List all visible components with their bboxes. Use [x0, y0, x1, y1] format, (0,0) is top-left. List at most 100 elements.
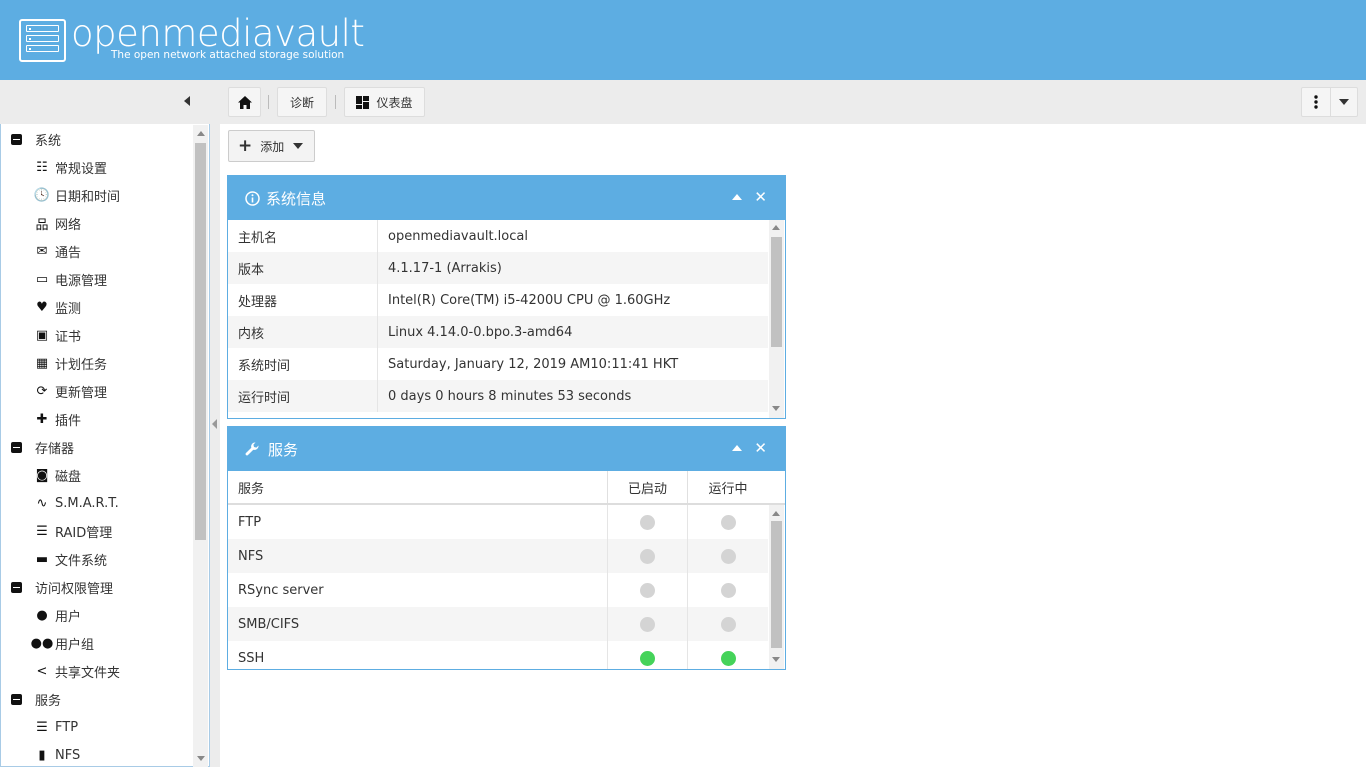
sidebar-label: 服务	[35, 693, 62, 709]
sidebar-item[interactable]: ♥ 监测	[34, 293, 81, 321]
running-status-icon	[720, 582, 736, 598]
sidebar-item[interactable]: ✉ 通告	[34, 237, 81, 265]
sysinfo-row[interactable]: 处理器 Intel(R) Core(TM) i5-4200U CPU @ 1.60…	[228, 284, 768, 316]
sidebar-label: RAID管理	[55, 525, 113, 541]
collapse-group-icon[interactable]	[11, 133, 22, 145]
sidebar-item[interactable]: ☷ 常规设置	[34, 153, 107, 181]
breadcrumb-diagnostics[interactable]: 诊断	[277, 87, 327, 117]
panel-header: 系统信息 ✕	[228, 176, 785, 220]
database-icon: ☰	[36, 523, 48, 539]
sysinfo-row[interactable]: 版本 4.1.17-1 (Arrakis)	[228, 252, 768, 284]
sidebar-label: 存储器	[35, 441, 75, 457]
sidebar-item[interactable]: ▦ 计划任务	[34, 349, 107, 377]
service-row[interactable]: SMB/CIFS	[228, 607, 768, 641]
sidebar-label: 系统	[35, 133, 62, 149]
close-icon[interactable]: ✕	[754, 441, 767, 456]
sidebar-item[interactable]: ●● 用户组	[31, 629, 94, 657]
collapse-group-icon[interactable]	[11, 581, 22, 593]
sidebar-group[interactable]: 存储器	[11, 433, 74, 461]
sidebar-scroll-thumb[interactable]	[195, 143, 206, 540]
sysinfo-value: 0 days 0 hours 8 minutes 53 seconds	[388, 388, 632, 404]
sidebar-item[interactable]: ▬ 文件系统	[34, 545, 107, 573]
collapse-panel-icon[interactable]	[732, 445, 743, 451]
sysinfo-key: 运行时间	[228, 380, 378, 412]
sidebar-item[interactable]: ☰ FTP	[34, 713, 78, 741]
sidebar-label: 计划任务	[55, 357, 108, 373]
column-header-service[interactable]: 服务	[228, 471, 608, 503]
sidebar-nav: 系统 ☷ 常规设置 🕓 日期和时间品网络 ✉ 通告 ▭ 电源管理 ♥ 监测 ▣ 证书 ▦ 计划任务 ⟳ 更新管理…	[0, 124, 210, 767]
refresh-icon: ⟳	[36, 383, 48, 399]
toolbar	[0, 80, 1366, 124]
services-panel: 服务 ✕ 服务 已启动 运行中 FTP NFS RSync server SMB/CI…	[227, 426, 786, 670]
sysinfo-value: openmediavault.local	[388, 228, 528, 244]
collapse-sidebar-icon[interactable]	[184, 96, 190, 106]
add-label: 添加	[260, 139, 285, 154]
nfs-icon: ▮	[38, 747, 46, 763]
collapse-group-icon[interactable]	[11, 693, 22, 705]
sidebar-item[interactable]: ◙ 磁盘	[34, 461, 81, 489]
disk-icon: ◙	[35, 467, 49, 483]
sidebar-label: 监测	[55, 301, 82, 317]
sidebar-group[interactable]: 服务	[11, 685, 61, 713]
sidebar-item[interactable]: ● 用户	[34, 601, 81, 629]
sidebar-label: 通告	[55, 245, 82, 261]
sysinfo-grid: 主机名 openmediavault.local 版本 4.1.17-1 (Arrak…	[228, 220, 785, 418]
column-header-enabled[interactable]: 已启动	[608, 471, 688, 503]
sidebar-item[interactable]: ▮ NFS	[34, 741, 80, 766]
sysinfo-row[interactable]: 内核 Linux 4.14.0-0.bpo.3-amd64	[228, 316, 768, 348]
sidebar-label: 共享文件夹	[55, 665, 121, 681]
collapse-group-icon[interactable]	[11, 441, 22, 453]
collapse-panel-icon[interactable]	[732, 194, 743, 200]
sysinfo-row[interactable]: 系统时间 Saturday, January 12, 2019 AM10:11:4…	[228, 348, 768, 380]
enabled-status-icon	[640, 582, 655, 598]
running-status-icon	[720, 548, 736, 564]
enabled-status-icon	[640, 514, 655, 530]
more-menu-button[interactable]	[1301, 87, 1358, 117]
sidebar-label: 证书	[55, 329, 82, 345]
panel-title: 服务	[268, 440, 299, 459]
close-icon[interactable]: ✕	[754, 190, 767, 205]
plus-icon: +	[238, 136, 253, 156]
clock-icon: 🕓	[33, 187, 51, 203]
sidebar-group[interactable]: 访问权限管理	[11, 573, 113, 601]
service-row[interactable]: FTP	[228, 505, 768, 539]
column-header-running[interactable]: 运行中	[688, 471, 768, 503]
sidebar-item[interactable]: ∿ S.M.A.R.T.	[34, 489, 119, 517]
sidebar-label: 文件系统	[55, 553, 108, 569]
breadcrumb-label: 诊断	[289, 95, 314, 110]
breadcrumb-label: 仪表盘	[376, 95, 413, 110]
sidebar-item[interactable]: 品网络	[34, 209, 81, 237]
sidebar-item[interactable]: ☰ RAID管理	[34, 517, 112, 545]
sysinfo-key: 处理器	[228, 284, 378, 316]
add-widget-button[interactable]: + 添加	[228, 130, 315, 162]
sysinfo-value: Saturday, January 12, 2019 AM10:11:41 HK…	[388, 356, 679, 372]
enabled-status-icon	[640, 548, 655, 564]
sysinfo-scrollbar[interactable]	[769, 220, 784, 418]
sidebar-splitter[interactable]	[210, 124, 220, 767]
sidebar-item[interactable]: < 共享文件夹	[34, 657, 120, 685]
system-info-panel: 系统信息 ✕ 主机名 openmediavault.local 版本 4.1.17-1…	[227, 175, 786, 419]
sidebar-item[interactable]: ⟳ 更新管理	[34, 377, 107, 405]
splitter-collapse-icon[interactable]	[212, 419, 217, 429]
service-row[interactable]: RSync server	[228, 573, 768, 607]
service-row[interactable]: NFS	[228, 539, 768, 573]
sidebar-item[interactable]: ✚ 插件	[34, 405, 81, 433]
sidebar-item[interactable]: 🕓 日期和时间	[34, 181, 120, 209]
sidebar-item[interactable]: ▣ 证书	[34, 321, 81, 349]
heartbeat-icon: ♥	[36, 299, 48, 315]
services-scrollbar[interactable]	[769, 505, 784, 669]
sidebar-item[interactable]: ▭ 电源管理	[34, 265, 107, 293]
service-name: RSync server	[228, 573, 608, 607]
scroll-down-icon[interactable]	[197, 756, 205, 761]
home-button[interactable]	[228, 87, 261, 117]
wrench-icon	[245, 441, 259, 455]
sidebar-label: 更新管理	[55, 385, 108, 401]
service-row[interactable]: SSH	[228, 641, 768, 669]
sysinfo-row[interactable]: 主机名 openmediavault.local	[228, 220, 768, 252]
sidebar-group[interactable]: 系统	[11, 125, 61, 153]
breadcrumb-dashboard[interactable]: 仪表盘	[344, 87, 425, 117]
scroll-up-icon[interactable]	[197, 131, 205, 136]
sysinfo-key: 内核	[228, 316, 378, 348]
sidebar-label: S.M.A.R.T.	[55, 495, 119, 511]
sysinfo-row[interactable]: 运行时间 0 days 0 hours 8 minutes 53 seconds	[228, 380, 768, 412]
